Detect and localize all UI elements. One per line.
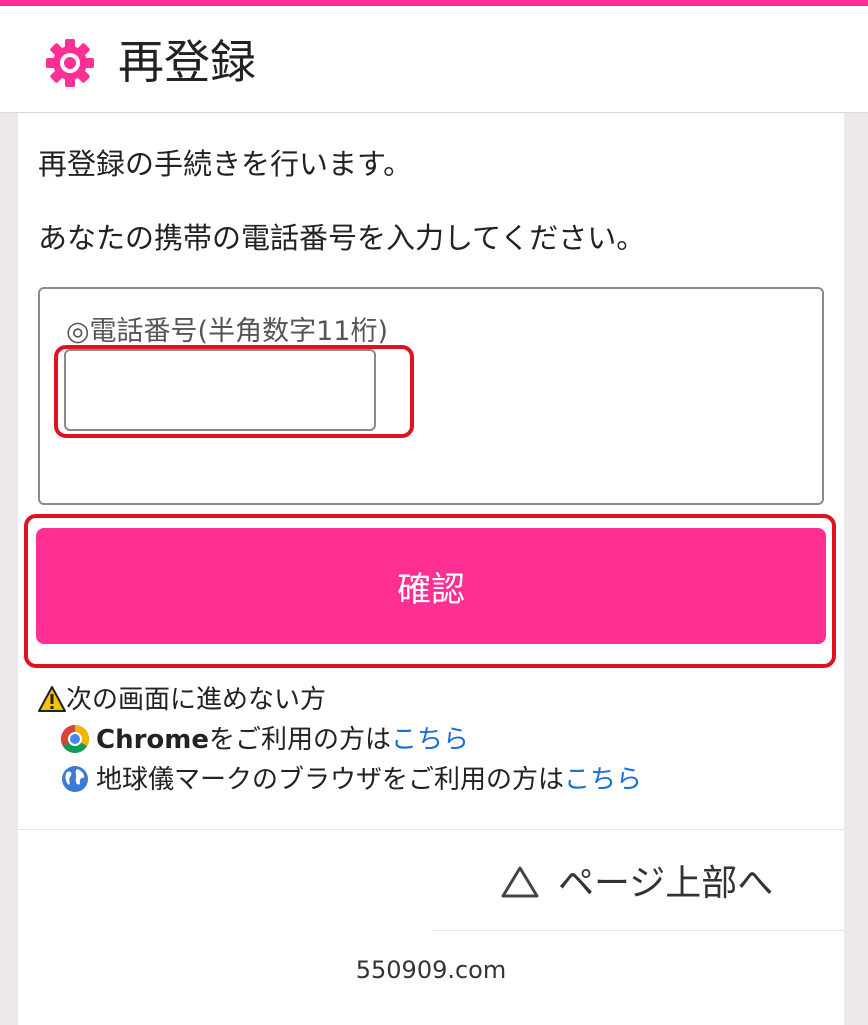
globe-help-line: 地球儀マークのブラウザをご利用の方はこちら [60, 759, 642, 796]
scroll-edge [844, 113, 868, 1024]
page-title: 再登録 [118, 35, 256, 89]
phone-number-input[interactable] [64, 349, 376, 431]
help-heading-text: 次の画面に進めない方 [66, 685, 327, 715]
chrome-help-link[interactable]: こちら [391, 725, 469, 755]
page-footer: ページ上部へ 550909.com [18, 829, 844, 1025]
confirm-button[interactable]: 確認 [36, 528, 826, 644]
page-top-button[interactable]: ページ上部へ [432, 830, 844, 931]
chrome-label: Chrome [96, 725, 210, 755]
help-heading: 次の画面に進めない方 [38, 679, 326, 716]
chrome-help-text: をご利用の方は [209, 725, 392, 755]
phone-field-label: ◎電話番号(半角数字11桁) [66, 316, 388, 347]
site-domain: 550909.com [355, 956, 507, 984]
gear-icon [46, 39, 94, 87]
globe-help-text: 地球儀マークのブラウザをご利用の方は [96, 765, 565, 795]
chrome-help-line: Chromeをご利用の方はこちら [60, 719, 469, 756]
triangle-up-icon [501, 866, 539, 898]
instruction-text: あなたの携帯の電話番号を入力してください。 [38, 221, 646, 255]
warning-icon [38, 686, 66, 712]
intro-text: 再登録の手続きを行います。 [38, 147, 413, 181]
chrome-icon [61, 725, 89, 753]
globe-help-link[interactable]: こちら [564, 765, 642, 795]
globe-icon [62, 766, 88, 792]
main-content: 再登録の手続きを行います。 あなたの携帯の電話番号を入力してください。 ◎電話番… [18, 113, 844, 829]
page-top-label: ページ上部へ [558, 863, 774, 904]
page-header: 再登録 [0, 6, 868, 113]
